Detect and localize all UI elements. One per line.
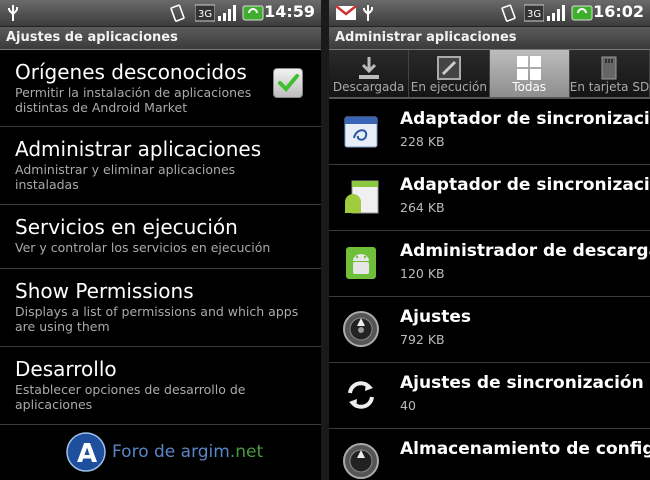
running-icon	[436, 56, 461, 80]
app-name: Ajustes de sincronización y	[400, 373, 650, 393]
setting-show-permissions[interactable]: Show Permissions Displays a list of perm…	[0, 269, 321, 347]
app-name: Administrador de descargas	[400, 241, 650, 261]
unknown-sources-checkbox[interactable]	[273, 68, 303, 98]
svg-text:A: A	[77, 439, 97, 469]
svg-text:3G: 3G	[198, 9, 212, 20]
status-clock: 16:02	[593, 2, 644, 21]
battery-icon	[571, 4, 595, 22]
tab-label: En tarjeta SD	[569, 80, 650, 94]
status-clock: 14:59	[264, 2, 315, 21]
setting-title: Desarrollo	[15, 357, 117, 381]
setting-title: Servicios en ejecución	[15, 215, 238, 239]
list-item[interactable]: Adaptador de sincronización 264 KB	[329, 165, 650, 231]
tab-label: Todas	[512, 80, 547, 94]
tab-sd-card[interactable]: En tarjeta SD	[569, 50, 650, 97]
app-size: 264 KB	[400, 200, 445, 215]
signal-icon	[217, 4, 239, 22]
vibrate-icon	[499, 4, 519, 22]
app-name: Almacenamiento de configu	[400, 439, 650, 459]
setting-subtitle: Ver y controlar los servicios en ejecuci…	[15, 240, 271, 255]
settings-icon	[343, 311, 379, 347]
app-size: 792 KB	[400, 332, 445, 347]
battery-icon	[242, 4, 266, 22]
setting-title: Orígenes desconocidos	[15, 60, 247, 84]
page-title: Ajustes de aplicaciones	[0, 27, 321, 50]
setting-manage-apps[interactable]: Administrar aplicaciones Administrar y e…	[0, 127, 321, 205]
list-item[interactable]: Almacenamiento de configu	[329, 429, 650, 480]
app-name: Ajustes	[400, 307, 471, 327]
tab-label: Descargada	[332, 80, 405, 94]
3g-icon: 3G	[523, 4, 545, 22]
sync-icon	[348, 381, 374, 409]
argim-logo-icon: A	[66, 432, 106, 472]
setting-subtitle: Administrar y eliminar aplicaciones inst…	[15, 162, 236, 192]
status-bar: 3G 14:59	[0, 0, 321, 27]
setting-title: Administrar aplicaciones	[15, 137, 262, 161]
settings-screen: 3G 14:59 Ajustes de aplicaciones Orígene…	[0, 0, 321, 480]
grid-icon	[517, 56, 542, 80]
sd-card-icon	[601, 56, 617, 80]
svg-text:3G: 3G	[527, 9, 541, 20]
app-name: Adaptador de sincronización	[400, 175, 650, 195]
list-item[interactable]: Adaptador de sincronización 228 KB	[329, 99, 650, 165]
setting-subtitle: Displays a list of permissions and which…	[15, 304, 299, 334]
tab-running[interactable]: En ejecución	[409, 50, 490, 97]
settings-storage-icon	[343, 443, 379, 479]
3g-icon: 3G	[194, 4, 216, 22]
usb-icon	[361, 4, 375, 22]
setting-unknown-sources[interactable]: Orígenes desconocidos Permitir la instal…	[0, 50, 321, 127]
calendar-sync-icon	[344, 116, 378, 148]
setting-subtitle: Permitir la instalación de aplicaciones …	[15, 85, 252, 115]
list-item[interactable]: Ajustes de sincronización y 40	[329, 363, 650, 429]
status-bar: 3G 16:02	[329, 0, 650, 27]
vibrate-icon	[168, 4, 188, 22]
setting-running-services[interactable]: Servicios en ejecución Ver y controlar l…	[0, 205, 321, 269]
signal-icon	[546, 4, 568, 22]
list-item[interactable]: Administrador de descargas 120 KB	[329, 231, 650, 297]
page-title: Administrar aplicaciones	[329, 27, 650, 50]
download-icon	[358, 57, 379, 79]
app-size: 40	[400, 398, 416, 413]
watermark-text: Foro de argim.net	[112, 442, 264, 462]
setting-subtitle: Establecer opciones de desarrollo de apl…	[15, 382, 246, 412]
app-list: Adaptador de sincronización 228 KB Adapt…	[329, 99, 650, 480]
divider	[321, 0, 329, 480]
watermark: A Foro de argim.net	[66, 432, 263, 472]
tab-downloaded[interactable]: Descargada	[329, 50, 410, 97]
tab-label: En ejecución	[410, 80, 487, 94]
tab-bar: Descargada En ejecución Todas En tarjeta…	[329, 50, 650, 99]
app-size: 228 KB	[400, 134, 445, 149]
manage-apps-screen: 3G 16:02 Administrar aplicaciones Descar…	[329, 0, 650, 480]
app-size: 120 KB	[400, 266, 445, 281]
gmail-icon	[335, 4, 357, 22]
checkmark-icon	[278, 74, 299, 92]
app-name: Adaptador de sincronización	[400, 109, 650, 129]
setting-title: Show Permissions	[15, 279, 194, 303]
usb-icon	[6, 4, 20, 22]
list-item[interactable]: Ajustes 792 KB	[329, 297, 650, 363]
contacts-sync-icon	[345, 180, 379, 214]
setting-development[interactable]: Desarrollo Establecer opciones de desarr…	[0, 347, 321, 425]
tab-all[interactable]: Todas	[489, 50, 570, 97]
android-icon	[346, 247, 376, 279]
